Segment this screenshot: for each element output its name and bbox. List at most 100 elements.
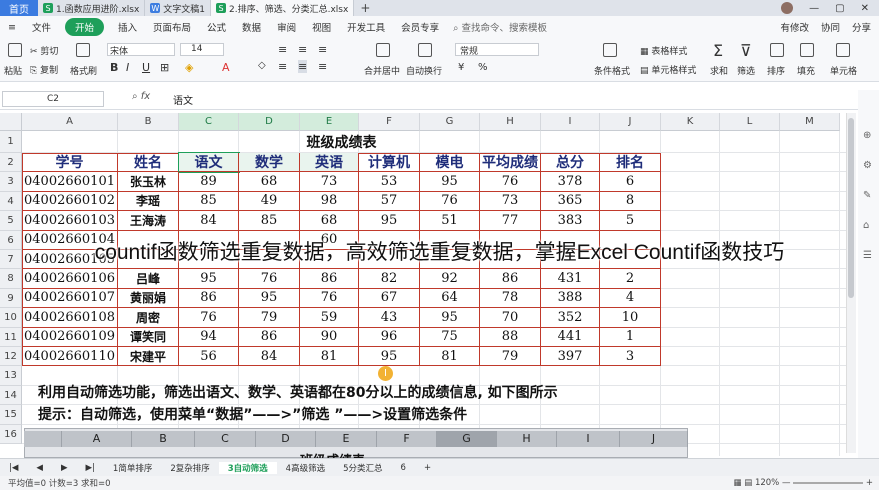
sheet-tab-1[interactable]: 1简单排序 [104,462,161,474]
table-cell[interactable]: 76 [420,191,480,212]
sheet-nav-first[interactable]: |◀ [0,463,27,473]
formula-input[interactable]: 语文 [173,92,193,107]
table-cell[interactable]: 黄丽娟 [118,288,179,309]
table-cell[interactable]: 64 [420,288,480,309]
table-cell[interactable]: 88 [480,327,541,347]
column-header-g[interactable]: G [420,113,480,131]
zoom-out-button[interactable]: — [782,478,791,488]
view-page-icon[interactable]: ▤ [744,478,752,488]
row-header-15[interactable]: 15 [0,405,22,425]
header-cell[interactable]: 排名 [600,153,661,173]
menu-review[interactable]: 审阅 [269,20,304,34]
align-center-icon[interactable]: ≡ [298,60,308,73]
table-cell[interactable]: 75 [420,327,480,347]
table-cell[interactable]: 378 [541,172,600,192]
close-button[interactable]: ✕ [861,3,869,14]
table-cell[interactable]: 78 [480,288,541,309]
table-cell[interactable]: 43 [359,308,420,328]
header-cell[interactable]: 数学 [239,153,300,173]
column-header-j[interactable]: J [600,113,661,131]
sheet-nav-last[interactable]: ▶| [77,463,104,473]
table-cell[interactable]: 57 [359,191,420,212]
table-cell[interactable]: 宋建平 [118,347,179,367]
column-header-i[interactable]: I [541,113,600,131]
table-cell[interactable]: 2 [600,269,661,289]
table-cell[interactable]: 441 [541,327,600,347]
bold-button[interactable]: B [110,61,118,74]
font-name-select[interactable]: 宋体 [107,43,175,57]
table-cell[interactable]: 86 [239,327,300,347]
table-cell[interactable]: 56 [179,347,239,367]
side-tool-icon[interactable]: ⚙ [863,160,872,171]
menu-file[interactable]: 文件 [24,20,59,34]
table-cell[interactable]: 04002660102 [22,191,118,212]
doc-tab-3[interactable]: S 2.排序、筛选、分类汇总.xlsx [211,0,355,16]
underline-button[interactable]: U [142,61,150,74]
table-cell[interactable]: 李瑶 [118,191,179,212]
command-search[interactable]: ⌕ 查找命令、搜索模板 [453,20,547,34]
table-cell[interactable]: 383 [541,211,600,231]
table-cell[interactable]: 79 [480,347,541,367]
column-header-m[interactable]: M [780,113,840,131]
align-right-icon[interactable]: ≡ [318,60,327,73]
table-cell[interactable]: 95 [420,308,480,328]
table-cell[interactable]: 吕峰 [118,269,179,289]
minimize-button[interactable]: — [809,3,819,14]
font-color-icon[interactable]: A [222,61,230,74]
row-header-3[interactable]: 3 [0,172,22,192]
header-cell[interactable]: 姓名 [118,153,179,173]
percent-button[interactable]: % [478,62,488,73]
table-cell[interactable]: 04002660106 [22,269,118,289]
table-cell[interactable]: 8 [600,191,661,212]
table-cell[interactable]: 86 [300,269,359,289]
sheet-tab-5[interactable]: 5分类汇总 [334,462,391,474]
table-cell[interactable]: 84 [179,211,239,231]
clear-format-icon[interactable]: ◇ [258,60,266,71]
collaborate-button[interactable]: 协同 [821,20,840,34]
modified-status[interactable]: 有修改 [780,20,809,34]
name-box[interactable]: C2 [2,91,104,107]
cut-button[interactable]: ✂ 剪切 [30,44,58,57]
table-cell[interactable]: 6 [600,172,661,192]
table-cell[interactable]: 92 [420,269,480,289]
row-header-10[interactable]: 10 [0,308,22,328]
table-cell[interactable]: 73 [480,191,541,212]
menu-member[interactable]: 会员专享 [393,20,447,34]
table-cell[interactable]: 95 [420,172,480,192]
side-tool-icon[interactable]: ☰ [863,250,872,261]
zoom-in-button[interactable]: + [866,478,873,488]
table-cell[interactable]: 04002660107 [22,288,118,309]
align-middle-icon[interactable]: ≡ [298,43,307,56]
sheet-tab-3[interactable]: 3自动筛选 [218,461,277,474]
side-tool-icon[interactable]: ⌂ [863,220,869,231]
select-all-corner[interactable] [0,113,22,131]
table-cell[interactable]: 76 [179,308,239,328]
table-cell[interactable]: 4 [600,288,661,309]
column-header-h[interactable]: H [480,113,541,131]
row-header-14[interactable]: 14 [0,385,22,406]
row-header-8[interactable]: 8 [0,269,22,289]
table-cell[interactable]: 77 [480,211,541,231]
menu-insert[interactable]: 插入 [110,20,145,34]
table-cell[interactable]: 53 [359,172,420,192]
table-cell[interactable]: 68 [239,172,300,192]
table-cell[interactable]: 397 [541,347,600,367]
table-cell[interactable]: 谭笑同 [118,327,179,347]
column-header-f[interactable]: F [359,113,420,131]
side-tool-icon[interactable]: ✎ [863,190,871,201]
table-cell[interactable]: 96 [359,327,420,347]
table-cell[interactable]: 84 [239,347,300,367]
column-header-c[interactable]: C [179,113,239,131]
merge-center-icon[interactable] [376,43,390,57]
menu-dev-tools[interactable]: 开发工具 [339,20,393,34]
header-cell[interactable]: 语文 [178,151,240,174]
row-header-12[interactable]: 12 [0,347,22,367]
column-header-d[interactable]: D [239,113,300,131]
doc-tab-2[interactable]: W 文字文稿1 [145,0,212,16]
cell-style-button[interactable]: ▤ 单元格样式 [640,63,696,76]
formula-icons[interactable]: ⌕ fx [132,91,150,102]
table-cell[interactable]: 98 [300,191,359,212]
table-style-button[interactable]: ▦ 表格样式 [640,44,687,57]
menu-start[interactable]: 开始 [64,18,104,36]
menu-page-layout[interactable]: 页面布局 [145,20,199,34]
